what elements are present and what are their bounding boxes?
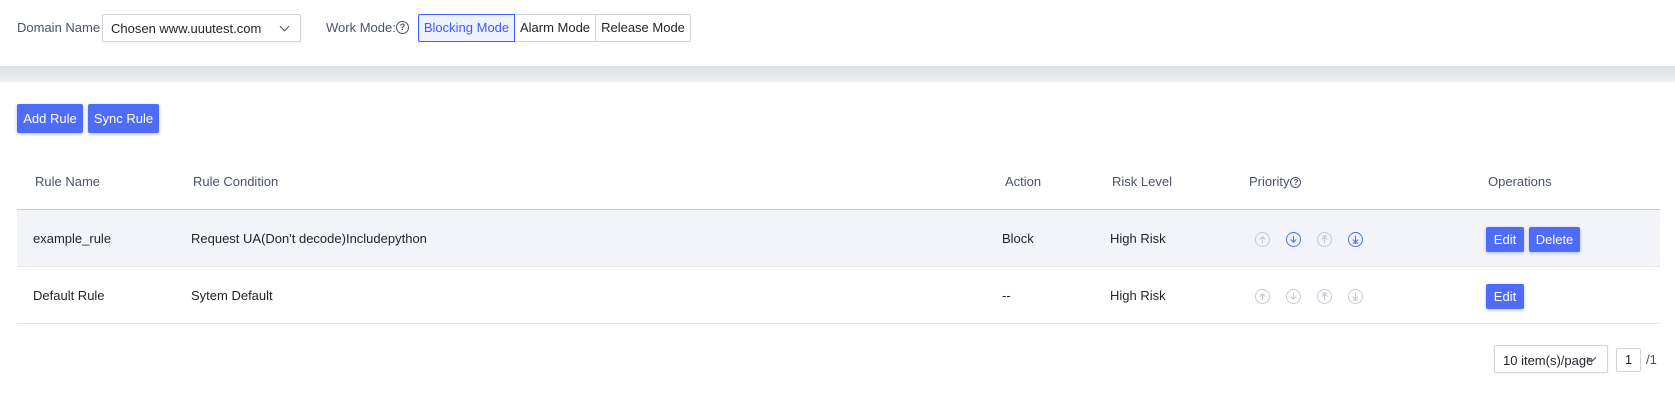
col-priority: Priority? xyxy=(1249,174,1302,189)
help-icon[interactable]: ? xyxy=(396,21,409,34)
release-mode-button[interactable]: Release Mode xyxy=(595,14,691,42)
current-page-input[interactable]: 1 xyxy=(1616,348,1641,372)
rule-action: Block xyxy=(1002,231,1034,246)
move-up-icon xyxy=(1317,289,1332,304)
sync-rule-button[interactable]: Sync Rule xyxy=(88,104,159,133)
rule-condition: Sytem Default xyxy=(191,288,273,303)
col-operations: Operations xyxy=(1488,174,1552,189)
move-down-icon[interactable] xyxy=(1286,232,1301,247)
col-priority-label: Priority xyxy=(1249,174,1290,189)
rule-name: Default Rule xyxy=(33,288,105,303)
move-bottom-icon xyxy=(1348,289,1363,304)
rules-table: Rule Name Rule Condition Action Risk Lev… xyxy=(17,155,1660,324)
table-row: example_rule Request UA(Don't decode)Inc… xyxy=(17,210,1660,267)
work-mode-label: Work Mode: xyxy=(326,20,396,35)
move-down-icon xyxy=(1286,289,1301,304)
delete-button[interactable]: Delete xyxy=(1529,227,1580,252)
move-bottom-icon[interactable] xyxy=(1348,232,1363,247)
rule-risk-level: High Risk xyxy=(1110,231,1166,246)
page-size-select[interactable]: 10 item(s)/page xyxy=(1494,345,1608,373)
edit-button[interactable]: Edit xyxy=(1486,284,1524,309)
col-action: Action xyxy=(1005,174,1042,189)
rule-risk-level: High Risk xyxy=(1110,288,1166,303)
total-pages: /1 xyxy=(1646,352,1657,367)
chevron-down-icon xyxy=(279,21,290,32)
domain-label: Domain Name xyxy=(17,20,101,35)
filter-bar: Domain Name Chosen www.uuutest.com Work … xyxy=(0,0,1675,66)
rule-name: example_rule xyxy=(33,231,112,246)
section-divider xyxy=(0,66,1675,82)
page-size-value: 10 item(s)/page xyxy=(1503,353,1594,368)
blocking-mode-button[interactable]: Blocking Mode xyxy=(418,14,515,42)
edit-button[interactable]: Edit xyxy=(1486,227,1524,252)
table-header: Rule Name Rule Condition Action Risk Lev… xyxy=(17,155,1660,210)
rule-condition: Request UA(Don't decode)Includepython xyxy=(191,231,427,246)
col-rule-condition: Rule Condition xyxy=(193,174,279,189)
move-up-icon[interactable] xyxy=(1317,232,1332,247)
domain-select[interactable]: Chosen www.uuutest.com xyxy=(102,14,301,42)
move-top-icon xyxy=(1255,289,1270,304)
help-icon[interactable]: ? xyxy=(1290,177,1302,189)
col-risk-level: Risk Level xyxy=(1112,174,1172,189)
col-rule-name: Rule Name xyxy=(35,174,101,189)
alarm-mode-button[interactable]: Alarm Mode xyxy=(514,14,596,42)
add-rule-button[interactable]: Add Rule xyxy=(17,104,83,133)
table-row: Default Rule Sytem Default -- High Risk … xyxy=(17,267,1660,324)
move-top-icon[interactable] xyxy=(1255,232,1270,247)
rule-action: -- xyxy=(1002,288,1011,303)
domain-select-value: Chosen www.uuutest.com xyxy=(111,21,262,36)
